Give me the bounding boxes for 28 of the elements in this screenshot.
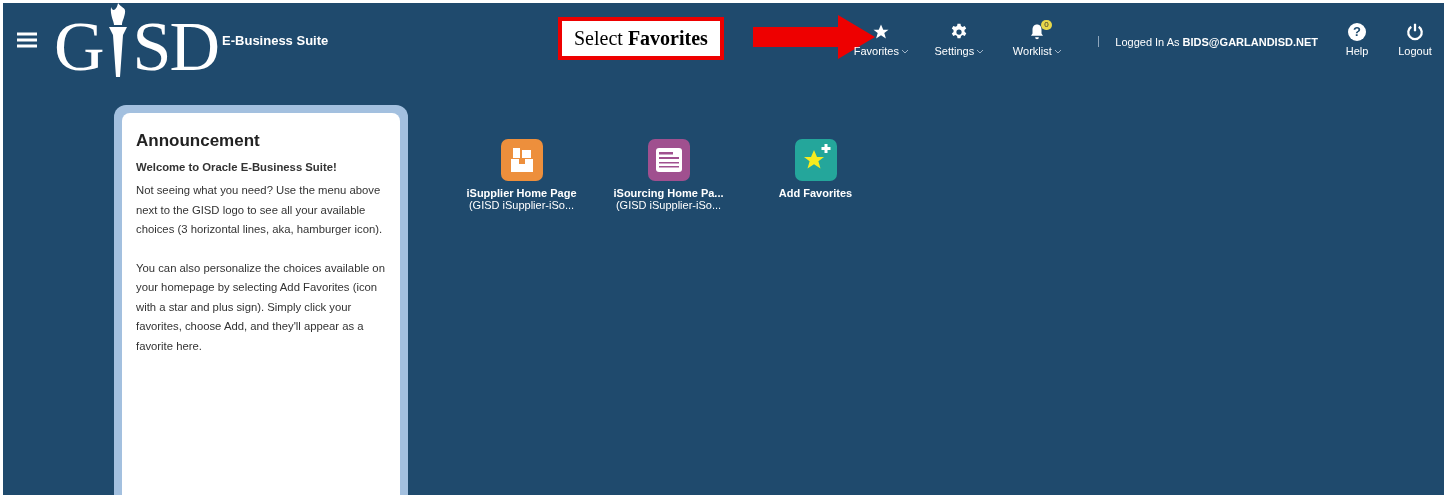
logo-text: G: [54, 17, 103, 77]
table-icon: [647, 139, 690, 181]
help-button[interactable]: ? Help: [1328, 23, 1386, 57]
logout-button[interactable]: Logout: [1386, 23, 1444, 57]
star-icon: [872, 23, 891, 41]
callout-note: Select Favorites: [558, 17, 724, 60]
tile-subtitle: (GISD iSupplier-iSo...: [615, 199, 722, 211]
user-label: Logged In As BIDS@GARLANDISD.NET: [1115, 36, 1318, 48]
tile-title[interactable]: iSourcing Home Pa...: [613, 187, 724, 199]
app-title: E-Business Suite: [222, 33, 329, 48]
announcement-subtitle: Welcome to Oracle E-Business Suite!: [136, 161, 338, 173]
announcement-text: Not seeing what you need? Use the menu above next to the GISD logo to see all your available choices (3 horizontal lines, aka, hamburger icon).: [136, 183, 384, 237]
announcement-text: You can also personalize the choices available on your homepage by selecting Add Favorites (icon with a star and plus sign). Simply click your favorites, choose Add, and they'll appear as a favorite here.: [136, 260, 386, 354]
tile-subtitle: (GISD iSupplier-iSo...: [468, 199, 575, 211]
tile-title[interactable]: Add Favorites: [778, 187, 853, 199]
power-icon: [1406, 23, 1424, 41]
announcement-title: Announcement: [136, 131, 261, 151]
help-icon: ?: [1348, 23, 1366, 41]
tile-title[interactable]: iSupplier Home Page: [466, 187, 577, 199]
box-icon: [500, 139, 543, 181]
logo-text: SD: [132, 17, 219, 77]
nav-menu-button[interactable]: Settings: [920, 23, 999, 57]
star-plus-icon: [794, 139, 837, 181]
menu-icon[interactable]: [16, 31, 38, 49]
settings-icon: [950, 23, 969, 41]
nav-menu-button[interactable]: Favorites: [842, 23, 921, 57]
nav-menu-button[interactable]: 0 Worklist: [998, 23, 1077, 57]
count-badge: 0: [1041, 20, 1052, 30]
